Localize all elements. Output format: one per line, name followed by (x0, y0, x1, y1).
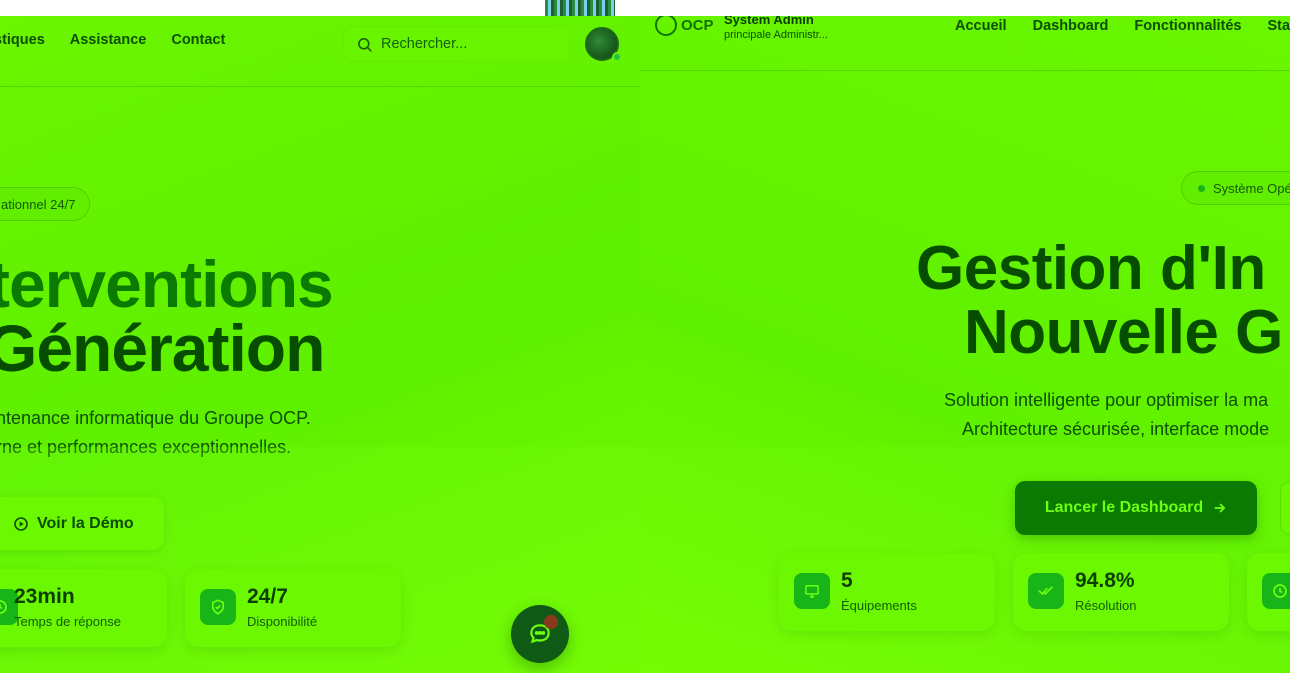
stat-value: 23min (14, 585, 75, 608)
header-divider (640, 70, 1290, 71)
search-icon (358, 37, 372, 52)
user-role: principale Administr... (724, 29, 828, 41)
status-dot (1198, 184, 1205, 192)
stat-card-partial (1247, 553, 1290, 631)
stat-value: 5 (841, 569, 853, 592)
search-placeholder: Rechercher... (381, 36, 468, 52)
stat-value: 24/7 (247, 585, 288, 608)
stat-label: Équipements (841, 598, 917, 613)
shield-check-icon (200, 589, 236, 625)
arrow-right-icon (1214, 503, 1226, 513)
hero-title-line1: Gestion d'In (916, 234, 1266, 303)
launch-dashboard-label: Lancer le Dashboard (1044, 499, 1204, 516)
stat-label: Temps de réponse (14, 614, 121, 629)
stat-label: Disponibilité (247, 614, 318, 629)
top-render-artifact (0, 0, 1290, 16)
nav-item-accueil[interactable]: Accueil (955, 18, 1007, 34)
stat-card-response-time: 23min Temps de réponse (0, 569, 167, 647)
hero-title-line1: terventions (0, 247, 334, 321)
demo-button[interactable]: Voir la Démo (0, 497, 164, 550)
header-divider (0, 86, 640, 87)
system-status-label: Système Opé (1213, 180, 1290, 196)
secondary-button[interactable] (1280, 481, 1290, 535)
nav-item-dashboard[interactable]: Dashboard (1033, 18, 1109, 34)
user-info[interactable]: System Admin principale Administr... (724, 12, 828, 41)
hero-title-rest: énération (36, 311, 325, 385)
play-circle-icon (14, 516, 28, 531)
stat-value: 94.8% (1075, 569, 1135, 592)
hero-subtitle-line2: Architecture sécurisée, interface mode (962, 419, 1270, 439)
search-input[interactable]: Rechercher... (343, 26, 570, 62)
right-pane: OCP System Admin principale Administr...… (640, 0, 1290, 673)
nav-item-assistance[interactable]: Assistance (70, 32, 147, 48)
artifact-strip (545, 0, 615, 16)
left-nav: stiques Assistance Contact (0, 32, 225, 48)
clock-icon (1262, 573, 1290, 609)
hero-title-line2: Génération (0, 315, 325, 381)
stat-card-resolution: 94.8% Résolution (1013, 553, 1229, 631)
hero-title-prefix: G (0, 311, 37, 385)
status-badge: ationnel 24/7 (0, 187, 91, 221)
monitor-icon (794, 573, 830, 609)
launch-dashboard-button[interactable]: Lancer le Dashboard (1015, 481, 1257, 535)
notification-dot (544, 615, 558, 629)
demo-button-label: Voir la Démo (37, 514, 134, 532)
stat-card-availability: 24/7 Disponibilité (185, 569, 401, 647)
stat-label: Résolution (1075, 598, 1137, 613)
left-pane: stiques Assistance Contact Rechercher...… (0, 0, 640, 673)
ocp-logo[interactable]: OCP (655, 14, 714, 36)
hero-subtitle-line1: ntenance informatique du Groupe OCP. (0, 408, 311, 428)
hero-title-line2: Nouvelle G (964, 298, 1283, 367)
double-check-icon (1028, 573, 1064, 609)
ocp-emblem-icon (655, 14, 677, 36)
nav-item-fonctionnalites[interactable]: Fonctionnalités (1134, 18, 1241, 34)
hero-subtitle-line1: Solution intelligente pour optimiser la … (944, 390, 1269, 410)
nav-item-contact[interactable]: Contact (171, 32, 225, 48)
logo-text: OCP (681, 16, 714, 34)
stat-card-equipments: 5 Équipements (779, 553, 995, 631)
nav-item-statistiques[interactable]: Stati (1268, 18, 1290, 34)
online-status-dot (612, 52, 622, 62)
nav-item-statistiques[interactable]: stiques (0, 32, 45, 48)
right-nav: Accueil Dashboard Fonctionnalités Stati (955, 18, 1290, 34)
system-status-badge: Système Opé (1181, 171, 1290, 205)
chat-button[interactable] (511, 605, 569, 663)
